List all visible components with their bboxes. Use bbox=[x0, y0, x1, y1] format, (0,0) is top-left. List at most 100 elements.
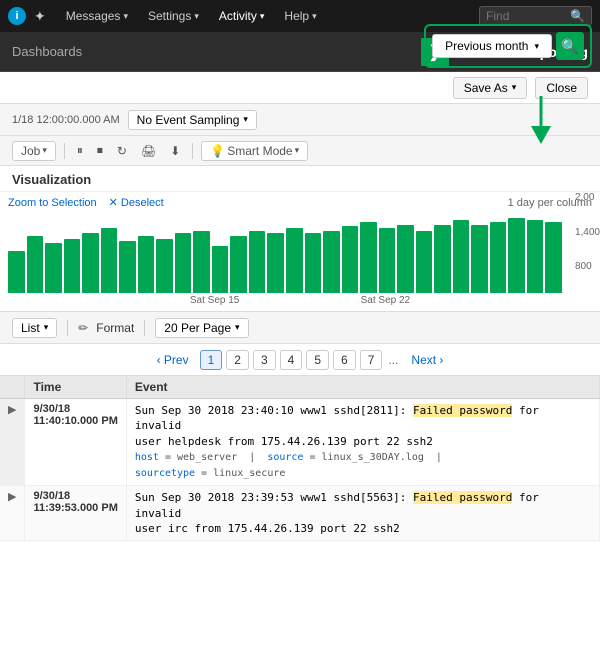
meta-host-key: host bbox=[135, 452, 159, 463]
print-button[interactable]: 🖨 bbox=[137, 142, 160, 160]
chart-bar-13 bbox=[249, 231, 266, 294]
page-7-button[interactable]: 7 bbox=[360, 350, 383, 370]
find-icon: 🔍 bbox=[570, 9, 585, 23]
page-6-button[interactable]: 6 bbox=[333, 350, 356, 370]
col-arrow bbox=[0, 376, 25, 399]
find-input[interactable] bbox=[486, 9, 566, 23]
prev-page-button[interactable]: ‹ Prev bbox=[150, 351, 196, 369]
page-dots: ... bbox=[386, 353, 400, 367]
chart-bar-29 bbox=[545, 222, 562, 293]
chart-bar-6 bbox=[119, 241, 136, 293]
time-cell-2: 9/30/1811:39:53.000 PM bbox=[25, 486, 126, 541]
info-icon: i bbox=[8, 7, 26, 25]
chart-bar-14 bbox=[267, 233, 284, 293]
sampling-row: 1/18 12:00:00.000 AM No Event Sampling ▾ bbox=[0, 104, 600, 136]
page-5-button[interactable]: 5 bbox=[306, 350, 329, 370]
chart-bar-24 bbox=[453, 220, 470, 293]
highlight-1: Failed password bbox=[413, 404, 512, 417]
row-arrow-2: ▶ bbox=[0, 486, 25, 541]
time-cell-1: 9/30/1811:40:10.000 PM bbox=[25, 399, 126, 486]
prev-month-label: Previous month bbox=[445, 39, 528, 53]
format-button[interactable]: Format bbox=[96, 321, 134, 335]
list-caret: ▾ bbox=[44, 322, 49, 333]
job-caret: ▾ bbox=[42, 145, 47, 156]
pagination: ‹ Prev 1 2 3 4 5 6 7 ... Next › bbox=[0, 344, 600, 376]
time-label: 1/18 12:00:00.000 AM bbox=[12, 114, 120, 126]
chart-container: Zoom to Selection ✕ Deselect 1 day per c… bbox=[0, 192, 600, 312]
job-button[interactable]: Job ▾ bbox=[12, 141, 56, 161]
table-row: ▶ 9/30/1811:39:53.000 PM Sun Sep 30 2018… bbox=[0, 486, 600, 541]
chart-bar-22 bbox=[416, 231, 433, 294]
list-controls: List ▾ ✏ Format 20 Per Page ▾ bbox=[0, 312, 600, 344]
per-page-caret: ▾ bbox=[235, 322, 240, 333]
save-as-button[interactable]: Save As ▾ bbox=[453, 77, 528, 99]
job-divider2 bbox=[192, 143, 193, 159]
toolbar-row: Save As ▾ Close Previous month ▾ 🔍 bbox=[0, 72, 600, 104]
meta-source-key: source bbox=[267, 452, 303, 463]
sampling-caret: ▾ bbox=[243, 114, 248, 125]
nav-activity[interactable]: Activity ▾ bbox=[211, 5, 273, 27]
col-time: Time bbox=[25, 376, 126, 399]
row-arrow-1: ▶ bbox=[0, 399, 25, 486]
zoom-to-selection-button[interactable]: Zoom to Selection bbox=[8, 196, 97, 209]
arrow-indicator bbox=[526, 96, 556, 146]
chart-bar-19 bbox=[360, 222, 377, 293]
event-cell-2: Sun Sep 30 2018 23:39:53 www1 sshd[5563]… bbox=[126, 486, 599, 541]
nav-messages[interactable]: Messages ▾ bbox=[58, 5, 136, 27]
job-divider bbox=[64, 143, 65, 159]
pencil-icon: ✏ bbox=[78, 321, 88, 335]
next-page-button[interactable]: Next › bbox=[404, 351, 450, 369]
chart-bars bbox=[8, 213, 562, 293]
chart-bar-1 bbox=[27, 236, 44, 293]
chart-bar-7 bbox=[138, 236, 155, 293]
help-caret: ▾ bbox=[312, 11, 317, 22]
chart-bar-3 bbox=[64, 239, 81, 293]
per-page-button[interactable]: 20 Per Page ▾ bbox=[155, 318, 248, 338]
refresh-button[interactable]: ↻ bbox=[113, 142, 131, 160]
page-4-button[interactable]: 4 bbox=[280, 350, 303, 370]
nav-settings[interactable]: Settings ▾ bbox=[140, 5, 207, 27]
chart-bar-27 bbox=[508, 218, 525, 293]
nav-help[interactable]: Help ▾ bbox=[276, 5, 324, 27]
chart-y-labels: 2,00 1,400 800 bbox=[575, 192, 600, 272]
visualization-header: Visualization bbox=[0, 166, 600, 192]
visualization-title: Visualization bbox=[12, 172, 91, 187]
format-divider bbox=[144, 320, 145, 336]
smart-mode-icon: 💡 bbox=[210, 144, 225, 158]
smart-mode-caret: ▾ bbox=[295, 145, 300, 156]
chart-bar-10 bbox=[193, 231, 210, 294]
prev-month-button[interactable]: Previous month ▾ bbox=[432, 34, 552, 58]
chart-bar-15 bbox=[286, 228, 303, 293]
settings-caret: ▾ bbox=[194, 11, 199, 22]
list-button[interactable]: List ▾ bbox=[12, 318, 57, 338]
export-button[interactable]: ⬇ bbox=[166, 142, 184, 160]
highlight-2: Failed password bbox=[413, 491, 512, 504]
smart-mode-button[interactable]: 💡 Smart Mode ▾ bbox=[201, 141, 308, 161]
chart-bar-21 bbox=[397, 225, 414, 293]
messages-caret: ▾ bbox=[123, 11, 128, 22]
search-button[interactable]: 🔍 bbox=[556, 32, 584, 60]
results-table-container: Time Event ▶ 9/30/1811:40:10.000 PM Sun … bbox=[0, 376, 600, 541]
search-icon: 🔍 bbox=[561, 38, 578, 55]
chart-bar-25 bbox=[471, 225, 488, 293]
deselect-button[interactable]: ✕ Deselect bbox=[109, 196, 164, 209]
chart-bar-2 bbox=[45, 243, 62, 293]
star-icon: ✦ bbox=[34, 8, 46, 25]
chart-bar-18 bbox=[342, 226, 359, 293]
no-event-sampling-button[interactable]: No Event Sampling ▾ bbox=[128, 110, 257, 130]
chart-bar-17 bbox=[323, 231, 340, 294]
chart-bar-4 bbox=[82, 233, 99, 293]
meta-sourcetype-key: sourcetype bbox=[135, 468, 195, 479]
chart-bar-26 bbox=[490, 222, 507, 293]
page-2-button[interactable]: 2 bbox=[226, 350, 249, 370]
results-table: Time Event ▶ 9/30/1811:40:10.000 PM Sun … bbox=[0, 376, 600, 541]
find-box[interactable]: 🔍 bbox=[479, 6, 592, 26]
stop-button[interactable]: ⏹ bbox=[93, 141, 107, 160]
pause-button[interactable]: ⏸ bbox=[73, 141, 87, 160]
page-3-button[interactable]: 3 bbox=[253, 350, 276, 370]
job-row: Job ▾ ⏸ ⏹ ↻ 🖨 ⬇ 💡 Smart Mode ▾ bbox=[0, 136, 600, 166]
list-divider bbox=[67, 320, 68, 336]
chart-x-labels: Sat Sep 15 Sat Sep 22 bbox=[8, 295, 592, 306]
activity-caret: ▾ bbox=[260, 11, 265, 22]
page-1-button[interactable]: 1 bbox=[200, 350, 223, 370]
